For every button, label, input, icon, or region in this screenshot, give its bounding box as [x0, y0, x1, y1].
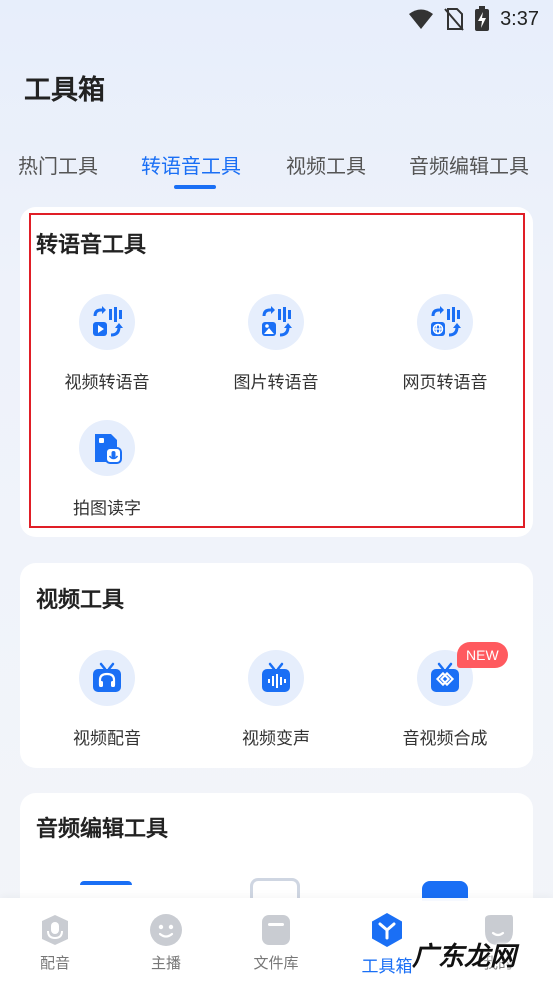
voice-change-icon	[248, 650, 304, 706]
tool-voice-change[interactable]: 视频变声	[191, 650, 361, 749]
tab-video-tools[interactable]: 视频工具	[286, 150, 366, 179]
nav-file-library[interactable]: 文件库	[231, 912, 321, 973]
status-time: 3:37	[500, 7, 539, 30]
tool-av-merge[interactable]: 音视频合成	[360, 650, 530, 749]
status-bar: 3:37	[0, 0, 553, 40]
status-icons: 3:37	[408, 6, 539, 32]
active-tab-indicator	[174, 185, 216, 189]
nav-label: 配音	[39, 954, 70, 972]
page-title: 工具箱	[24, 75, 105, 106]
tool-video-dubbing[interactable]: 视频配音	[22, 650, 192, 749]
watermark-text: 广东龙网	[412, 942, 517, 972]
battery-charging-icon	[475, 6, 490, 31]
nav-anchor[interactable]: 主播	[121, 912, 211, 973]
video-section-title: 视频工具	[36, 588, 125, 613]
no-sim-icon	[444, 8, 464, 31]
file-library-icon	[258, 912, 294, 948]
nav-dubbing[interactable]: 配音	[10, 912, 100, 973]
audio-section-title: 音频编辑工具	[36, 817, 169, 842]
new-badge: NEW	[457, 642, 508, 668]
anchor-face-icon	[148, 912, 184, 948]
wifi-icon	[409, 9, 434, 29]
tool-label: 视频变声	[242, 729, 310, 749]
category-tabs: 热门工具 转语音工具 视频工具 音频编辑工具	[0, 150, 553, 190]
tab-audio-edit-tools[interactable]: 音频编辑工具	[409, 150, 529, 179]
tab-tts-tools[interactable]: 转语音工具	[141, 150, 241, 179]
audio-tool-icon-partial	[250, 878, 300, 898]
dubbing-icon	[37, 912, 73, 948]
toolbox-icon	[369, 912, 405, 948]
highlight-annotation-box	[29, 213, 525, 528]
video-dubbing-icon	[79, 650, 135, 706]
nav-label: 主播	[150, 954, 181, 972]
nav-label: 文件库	[253, 954, 299, 972]
tool-label: 视频配音	[73, 729, 141, 749]
tool-label: 音视频合成	[402, 729, 488, 749]
tab-hot-tools[interactable]: 热门工具	[18, 150, 98, 179]
